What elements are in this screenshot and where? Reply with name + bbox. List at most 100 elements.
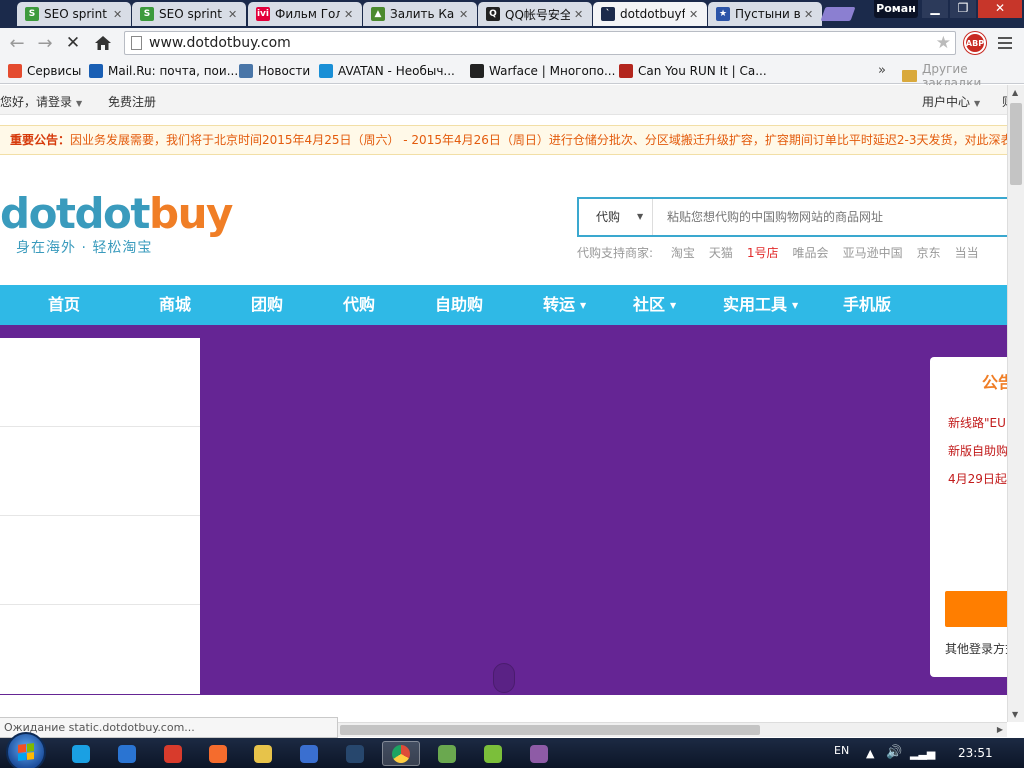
taskbar-app-button[interactable] (154, 741, 192, 766)
nav-item[interactable]: 商城 (159, 285, 191, 325)
new-tab-button[interactable] (820, 7, 856, 21)
nav-item[interactable]: 手机版 (843, 285, 891, 325)
banner-slider-handle[interactable] (493, 663, 515, 693)
utorrent-icon (484, 744, 502, 763)
adblock-icon[interactable]: ABP (964, 32, 986, 54)
nav-item[interactable]: 团购 (251, 285, 283, 325)
taskbar-app-button[interactable] (62, 741, 100, 766)
scroll-right-arrow-icon[interactable]: ▶ (997, 725, 1003, 734)
merchant-link[interactable]: 京东 (917, 246, 941, 260)
login-button[interactable] (945, 591, 1007, 627)
close-tab-icon[interactable]: ✕ (228, 8, 240, 21)
merchant-link[interactable]: 亚马逊中国 (843, 246, 903, 260)
taskbar-app-button[interactable] (290, 741, 328, 766)
start-button[interactable] (6, 732, 46, 768)
product-url-input[interactable] (653, 199, 1007, 235)
back-arrow-icon[interactable]: ← (6, 32, 28, 54)
browser-tab-title: Залить Кар (390, 7, 455, 21)
nav-item[interactable]: 社区 ▼ (633, 285, 676, 325)
announcement-link[interactable]: 新版自助购 (948, 442, 1007, 459)
close-window-button[interactable]: ✕ (978, 0, 1022, 18)
category-panel (0, 338, 200, 694)
close-tab-icon[interactable]: ✕ (113, 8, 125, 21)
category-row[interactable] (0, 516, 200, 605)
browser-tab[interactable]: Q QQ帐号安全 ✕ (478, 2, 592, 26)
qq-penguin-icon: Q (486, 7, 500, 21)
language-indicator[interactable]: EN (834, 744, 849, 757)
nav-item[interactable]: 实用工具 ▼ (723, 285, 798, 325)
announcement-link[interactable]: 新线路"EUE (948, 414, 1007, 431)
nav-item[interactable]: 自助购 (435, 285, 483, 325)
bookmark-item[interactable]: Can You RUN It | Ca... (619, 62, 767, 80)
vertical-scrollbar[interactable]: ▲ ▼ (1007, 85, 1024, 722)
maximize-window-button[interactable]: ❐ (950, 0, 976, 18)
announcement-link[interactable]: 4月29日起 (948, 470, 1007, 487)
nav-item-label: 手机版 (843, 295, 892, 314)
register-link[interactable]: 免费注册 (108, 93, 156, 110)
merchant-link[interactable]: 天猫 (709, 246, 733, 260)
address-bar[interactable]: www.dotdotbuy.com ★ (124, 31, 956, 55)
nav-item[interactable]: 转运 ▼ (543, 285, 586, 325)
bookmark-item[interactable]: Mail.Ru: почта, пои... (89, 62, 238, 80)
chrome-menu-icon[interactable] (996, 34, 1014, 52)
close-tab-icon[interactable]: ✕ (344, 8, 356, 21)
login-link[interactable]: 您好，请登录 ▼ (0, 93, 82, 110)
scrollbar-thumb[interactable] (1010, 103, 1022, 185)
nav-item[interactable]: 代购 (343, 285, 375, 325)
close-tab-icon[interactable]: ✕ (689, 8, 701, 21)
close-tab-icon[interactable]: ✕ (804, 8, 816, 21)
bookmark-item[interactable]: AVATAN - Необыч... (319, 62, 455, 80)
taskbar-app-button[interactable] (199, 741, 237, 766)
close-tab-icon[interactable]: ✕ (574, 8, 586, 21)
scroll-up-arrow-icon[interactable]: ▲ (1012, 88, 1018, 97)
merchant-link[interactable]: 1号店 (747, 246, 779, 260)
bookmark-item[interactable]: Новости (239, 62, 310, 80)
browser-tab[interactable]: ★ Пустыни в ✕ (708, 2, 822, 26)
merchant-link[interactable]: 当当 (955, 246, 979, 260)
taskbar-app-button[interactable] (244, 741, 282, 766)
taskbar-clock[interactable]: 23:51 (958, 746, 993, 760)
bookmarks-overflow-chevron[interactable]: » (878, 63, 886, 78)
volume-icon[interactable]: 🔊 (886, 745, 902, 760)
page-icon (131, 36, 142, 50)
taskbar-app-button[interactable] (336, 741, 374, 766)
taskbar-app-button[interactable] (474, 741, 512, 766)
notice-text[interactable]: 因业务发展需要，我们将于北京时间2015年4月25日（周六） - 2015年4月… (70, 133, 1007, 147)
browser-tab[interactable]: S SEO sprint ✕ (17, 2, 131, 26)
browser-tab[interactable]: ▲ Залить Кар ✕ (363, 2, 477, 26)
home-icon[interactable] (92, 32, 114, 54)
user-center-menu[interactable]: 用户中心 ▼ (922, 93, 980, 110)
merchant-link[interactable]: 唯品会 (793, 246, 829, 260)
taskbar-app-button[interactable] (382, 741, 420, 766)
profile-button[interactable]: Роман (874, 0, 918, 18)
browser-tab[interactable]: S SEO sprint ✕ (132, 2, 246, 26)
chevron-down-icon: ▼ (792, 301, 799, 310)
scroll-down-arrow-icon[interactable]: ▼ (1012, 710, 1018, 719)
bookmark-star-icon[interactable]: ★ (936, 33, 951, 53)
browser-tab[interactable]: ivi Фильм Гол ✕ (248, 2, 362, 26)
save-disk-icon (300, 744, 318, 763)
taskbar-app-button[interactable] (428, 741, 466, 766)
taskbar-app-button[interactable] (520, 741, 558, 766)
site-logo[interactable]: dotdotbuy 身在海外 · 轻松淘宝 (0, 191, 233, 257)
network-signal-icon[interactable]: ▂▃▅ (910, 747, 935, 760)
close-tab-icon[interactable]: ✕ (459, 8, 471, 21)
merchant-link[interactable]: 淘宝 (671, 246, 695, 260)
seosprint-icon: S (25, 7, 39, 21)
forward-arrow-icon[interactable]: → (34, 32, 56, 54)
other-login-methods[interactable]: 其他登录方式 (945, 640, 1007, 657)
nav-item[interactable]: 首页 (48, 285, 80, 325)
category-row[interactable] (0, 338, 200, 427)
category-row[interactable] (0, 427, 200, 516)
category-row[interactable] (0, 605, 200, 694)
bookmark-item[interactable]: Сервисы (8, 62, 81, 80)
browser-tab[interactable]: ` dotdotbuyf ✕ (593, 2, 707, 26)
address-url[interactable]: www.dotdotbuy.com (149, 35, 291, 51)
tray-expand-icon[interactable]: ▲ (866, 747, 874, 760)
minimize-window-button[interactable]: ▁ (922, 0, 948, 18)
stop-loading-icon[interactable]: ✕ (62, 32, 84, 54)
search-type-select[interactable]: 代购 ▼ (579, 199, 653, 235)
taskbar-app-button[interactable] (108, 741, 146, 766)
scrollbar-thumb[interactable] (340, 725, 760, 735)
bookmark-item[interactable]: Warface | Многопо... (470, 62, 615, 80)
